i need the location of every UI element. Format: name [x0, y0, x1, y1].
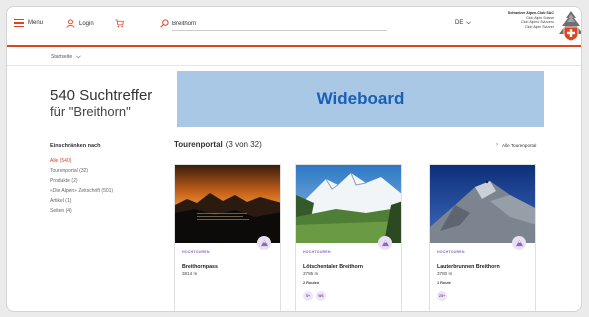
- section-title-label: Tourenportal: [174, 140, 223, 149]
- search-icon[interactable]: [160, 19, 169, 28]
- filter-item-zeitschrift[interactable]: «Die Alpen» Zeitschrift (501): [50, 186, 113, 196]
- tour-card[interactable]: HOCHTOUREN Lauterbrunnen Breithorn 3780 …: [429, 164, 536, 311]
- card-altitude: 3780 m: [437, 271, 453, 276]
- hochtour-icon: [257, 236, 271, 250]
- result-query: für "Breithorn": [50, 104, 131, 119]
- tour-card[interactable]: HOCHTOUREN Lötschentaler Breithorn 3785 …: [295, 164, 402, 311]
- filter-heading: Einschränken nach: [50, 143, 101, 149]
- difficulty-chips: S+ WS: [303, 291, 326, 301]
- site-header: Menu Login DE Schweizer Al: [7, 7, 581, 47]
- browser-frame: Menu Login DE Schweizer Al: [6, 6, 582, 312]
- difficulty-chip: S+: [303, 291, 313, 301]
- brand-line: Club Alpin Svizzer: [525, 24, 554, 29]
- chevron-right-icon: ›: [496, 142, 498, 148]
- login-button[interactable]: Login: [66, 19, 94, 28]
- difficulty-chip: ZS+: [437, 291, 447, 301]
- tour-photo: [175, 165, 280, 243]
- breadcrumb-home: Startseite: [51, 54, 73, 60]
- card-routes: 1 Route: [437, 281, 451, 285]
- filter-item-tourenportal[interactable]: Tourenportal (32): [50, 166, 113, 176]
- filter-item-artikel[interactable]: Artikel (1): [50, 196, 113, 206]
- section-count: (3 von 32): [225, 140, 262, 149]
- login-label: Login: [79, 20, 94, 27]
- all-tourenportal-link[interactable]: › Alle Tourenportal: [496, 142, 536, 148]
- card-category: HOCHTOUREN: [437, 250, 465, 254]
- user-icon: [66, 19, 75, 28]
- section-title: Tourenportal (3 von 32): [174, 140, 262, 149]
- chevron-down-icon: [76, 55, 81, 59]
- cart-icon: [115, 19, 124, 28]
- search-input[interactable]: [172, 17, 387, 31]
- filter-item-all[interactable]: Alle (540): [50, 156, 113, 166]
- hamburger-icon: [14, 19, 24, 27]
- difficulty-chip: WS: [316, 291, 326, 301]
- tour-photo: [430, 165, 535, 243]
- brand-line: Schweizer Alpen-Club SAC: [507, 11, 554, 15]
- all-link-label: Alle Tourenportal: [502, 142, 537, 148]
- language-label: DE: [455, 20, 464, 26]
- card-category: HOCHTOUREN: [182, 250, 210, 254]
- difficulty-chips: ZS+: [437, 291, 447, 301]
- filter-item-seiten[interactable]: Seiten (4): [50, 206, 113, 216]
- filter-item-produkte[interactable]: Produkte (2): [50, 176, 113, 186]
- card-category: HOCHTOUREN: [303, 250, 331, 254]
- sac-logo-icon[interactable]: [558, 10, 582, 42]
- chevron-down-icon: [466, 21, 472, 25]
- wideboard-ad[interactable]: Wideboard: [177, 71, 544, 127]
- language-selector[interactable]: DE: [455, 20, 472, 26]
- breadcrumb[interactable]: Startseite: [51, 54, 81, 60]
- tour-photo: [296, 165, 401, 243]
- card-title[interactable]: Lauterbrunnen Breithorn: [437, 264, 500, 270]
- hochtour-icon: [512, 236, 526, 250]
- menu-button[interactable]: Menu: [14, 19, 43, 27]
- card-routes: 2 Routen: [303, 281, 320, 285]
- breadcrumb-bar: Startseite: [7, 49, 581, 66]
- hochtour-icon: [378, 236, 392, 250]
- result-count-title: 540 Suchtreffer: [50, 87, 153, 104]
- card-title[interactable]: Breithornpass: [182, 264, 218, 270]
- cart-button[interactable]: [115, 19, 124, 28]
- filter-list: Alle (540) Tourenportal (32) Produkte (2…: [50, 156, 113, 216]
- card-title[interactable]: Lötschentaler Breithorn: [303, 264, 363, 270]
- menu-label: Menu: [28, 20, 44, 26]
- brand-text: Schweizer Alpen-Club SAC Club Alpin Suis…: [504, 11, 554, 29]
- tour-card[interactable]: HOCHTOUREN Breithornpass 3814 m: [174, 164, 281, 311]
- card-altitude: 3814 m: [182, 271, 198, 276]
- card-altitude: 3785 m: [303, 271, 319, 276]
